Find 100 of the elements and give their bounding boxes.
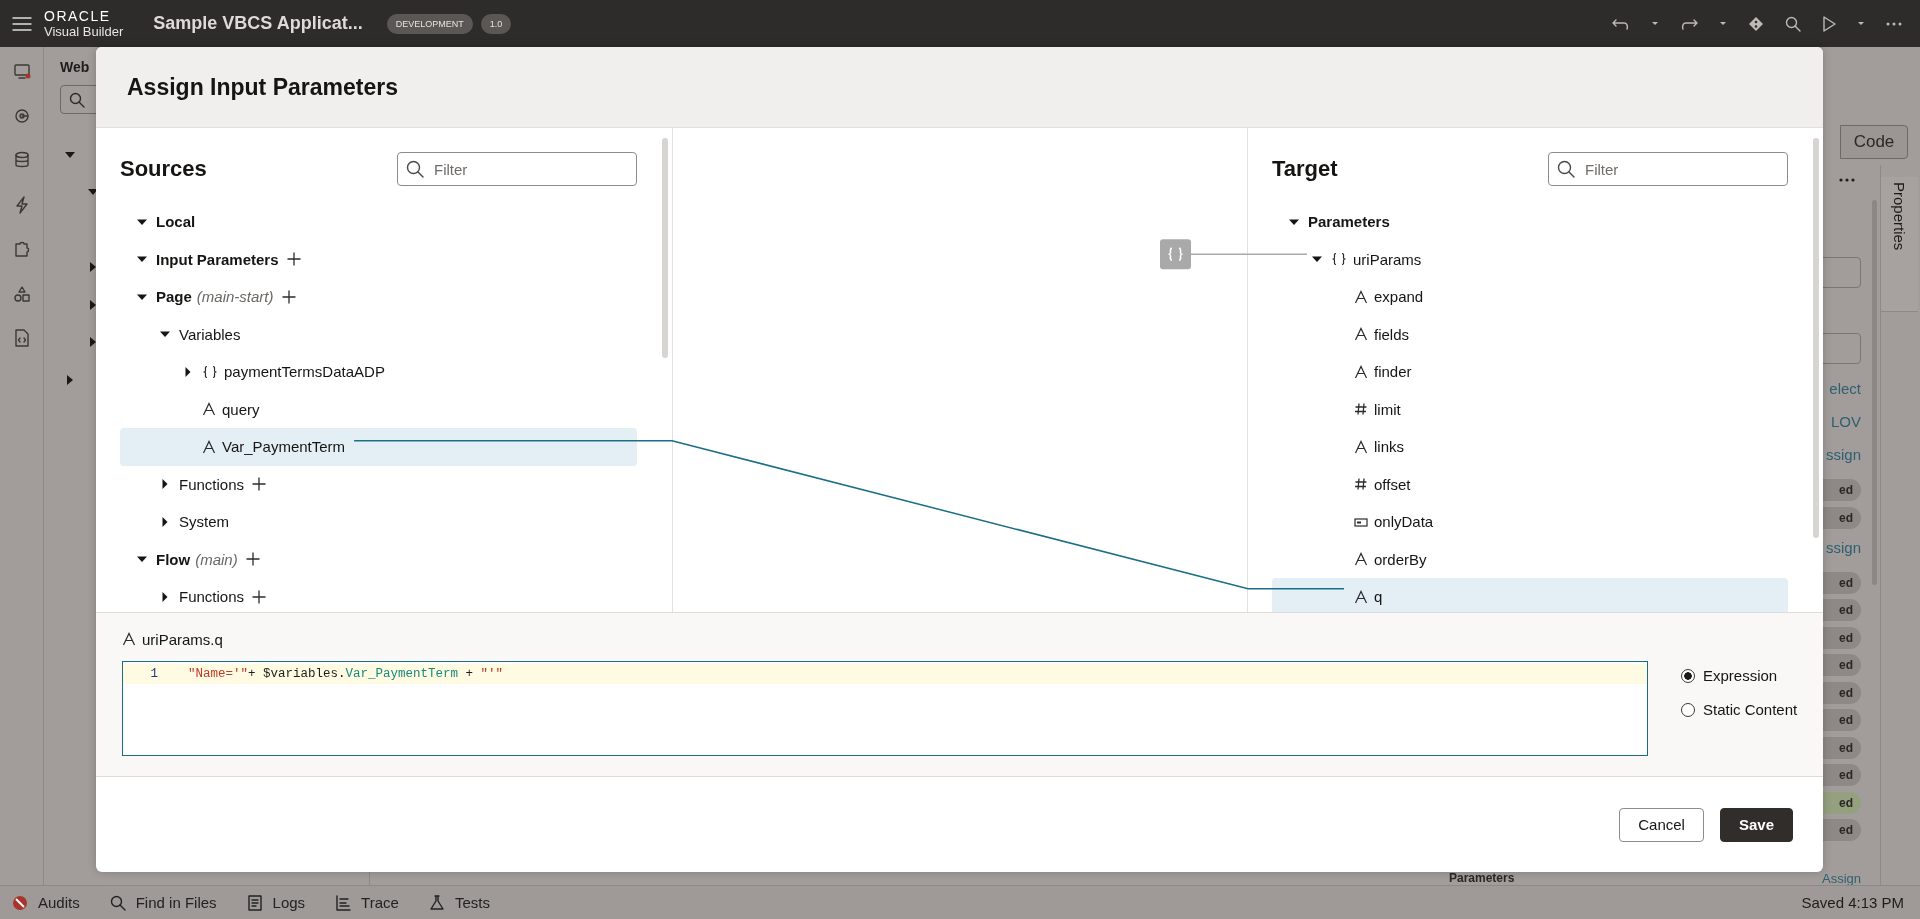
caret-icon[interactable] xyxy=(1857,21,1865,26)
add-icon[interactable] xyxy=(245,552,260,567)
caret-icon[interactable] xyxy=(183,366,193,377)
scope-label: (main-start) xyxy=(196,288,274,306)
code-line: "Name='"+ $variables.Var_PaymentTerm + "'" xyxy=(188,667,504,681)
add-icon[interactable] xyxy=(252,477,267,492)
tree-item[interactable]: offset xyxy=(1272,465,1788,503)
list-icon xyxy=(335,894,352,911)
more-icon[interactable] xyxy=(1886,21,1902,26)
add-icon[interactable] xyxy=(281,289,296,304)
tree-item[interactable]: Functions xyxy=(120,465,637,503)
tree-item[interactable]: Flow (main) xyxy=(120,540,637,578)
environment-badge: DEVELOPMENT xyxy=(386,13,473,34)
search-icon xyxy=(109,894,126,911)
caret-icon[interactable] xyxy=(65,149,75,160)
tree-item[interactable]: uriParams xyxy=(1272,240,1788,278)
status-bar-button[interactable]: Logs xyxy=(244,892,308,913)
string-type-icon xyxy=(202,402,216,417)
caret-icon[interactable] xyxy=(88,337,98,348)
radio-button[interactable] xyxy=(1681,702,1695,717)
monitor-icon[interactable] xyxy=(12,62,31,80)
tree-item[interactable]: Parameters xyxy=(1272,203,1788,241)
status-bar-button[interactable]: Tests xyxy=(426,892,492,913)
shapes-icon[interactable] xyxy=(12,284,31,303)
tree-item[interactable]: orderBy xyxy=(1272,540,1788,578)
scrollbar-thumb[interactable] xyxy=(662,138,668,358)
string-type-icon xyxy=(1354,289,1368,304)
product-name: Visual Builder xyxy=(44,25,124,38)
scrollbar-thumb[interactable] xyxy=(1813,138,1819,538)
cancel-button[interactable]: Cancel xyxy=(1619,807,1704,842)
panel-title: Sources xyxy=(120,156,207,182)
add-icon[interactable] xyxy=(252,589,267,604)
panel-title: Target xyxy=(1272,156,1338,182)
radio-button[interactable] xyxy=(1681,668,1695,683)
flask-icon xyxy=(428,894,445,911)
document-icon[interactable] xyxy=(12,329,31,347)
diamond-icon[interactable] xyxy=(1748,15,1764,32)
environment-badge: 1.0 xyxy=(480,13,512,34)
line-number: 1 xyxy=(149,667,159,681)
radio-label[interactable]: Static Content xyxy=(1703,701,1798,718)
caret-icon[interactable] xyxy=(65,374,75,385)
string-type-icon xyxy=(1354,364,1368,379)
code-tab[interactable]: Code xyxy=(1840,125,1908,159)
code-editor[interactable]: 1 "Name='"+ $variables.Var_PaymentTerm + "'" xyxy=(122,661,1648,756)
save-button[interactable]: Save xyxy=(1719,807,1793,842)
section-title: Parameters xyxy=(1448,872,1515,885)
filter-field[interactable]: Filter xyxy=(397,152,637,186)
document-icon xyxy=(246,894,263,911)
caret-icon[interactable] xyxy=(160,516,170,527)
scope-label: (main) xyxy=(195,550,238,568)
number-type-icon xyxy=(1354,477,1368,492)
tree-item[interactable]: paymentTermsDataADP xyxy=(120,353,637,391)
caret-icon[interactable] xyxy=(1651,21,1659,26)
tree-item[interactable]: q xyxy=(1272,578,1788,612)
tree-item[interactable]: Input Parameters xyxy=(120,240,637,278)
puzzle-icon[interactable] xyxy=(12,240,31,258)
filter-field[interactable]: Filter xyxy=(1548,152,1788,186)
search-icon xyxy=(1557,160,1575,178)
target-icon[interactable] xyxy=(12,106,31,125)
radio-label[interactable]: Expression xyxy=(1703,667,1778,684)
tree-item[interactable]: Page (main-start) xyxy=(120,278,637,316)
play-icon[interactable] xyxy=(1822,15,1836,32)
string-type-icon xyxy=(122,632,136,646)
tree-item[interactable]: Local xyxy=(120,203,637,241)
expression-path: uriParams.q xyxy=(142,630,223,648)
tree-item[interactable]: System xyxy=(120,503,637,541)
tree-item[interactable]: onlyData xyxy=(1272,503,1788,541)
tree-item[interactable]: Variables xyxy=(120,315,637,353)
tree-item[interactable]: query xyxy=(120,390,637,428)
menu-icon[interactable] xyxy=(12,15,32,32)
brand-logo: ORACLE xyxy=(44,9,112,23)
caret-icon[interactable] xyxy=(88,299,98,310)
tree-item[interactable]: limit xyxy=(1272,390,1788,428)
string-type-icon xyxy=(202,439,216,454)
status-bar-button[interactable]: Audits xyxy=(10,892,82,913)
database-icon[interactable] xyxy=(12,151,31,169)
tree-item[interactable]: fields xyxy=(1272,315,1788,353)
string-type-icon xyxy=(1354,327,1368,342)
object-type-icon xyxy=(1331,252,1347,267)
properties-tab[interactable]: Properties xyxy=(1881,177,1918,312)
string-type-icon xyxy=(1354,552,1368,567)
status-bar-button[interactable]: Trace xyxy=(333,892,401,913)
status-bar-button[interactable]: Find in Files xyxy=(107,892,219,913)
add-icon[interactable] xyxy=(286,252,301,267)
tree-item[interactable]: expand xyxy=(1272,278,1788,316)
search-icon[interactable] xyxy=(1785,15,1801,32)
tree-item[interactable]: Functions xyxy=(120,578,637,612)
tree-item[interactable]: finder xyxy=(1272,353,1788,391)
dialog-title: Assign Input Parameters xyxy=(127,73,398,101)
caret-icon[interactable] xyxy=(160,591,170,602)
blocked-icon xyxy=(12,894,28,911)
caret-icon[interactable] xyxy=(1719,21,1727,26)
caret-icon[interactable] xyxy=(160,479,170,490)
string-type-icon xyxy=(1354,589,1368,604)
caret-icon[interactable] xyxy=(88,262,98,273)
object-type-icon xyxy=(202,364,218,379)
tree-item[interactable]: Var_PaymentTerm xyxy=(120,428,637,466)
tree-item[interactable]: links xyxy=(1272,428,1788,466)
more-icon[interactable] xyxy=(1839,178,1855,182)
panel-title: Web xyxy=(60,59,91,75)
